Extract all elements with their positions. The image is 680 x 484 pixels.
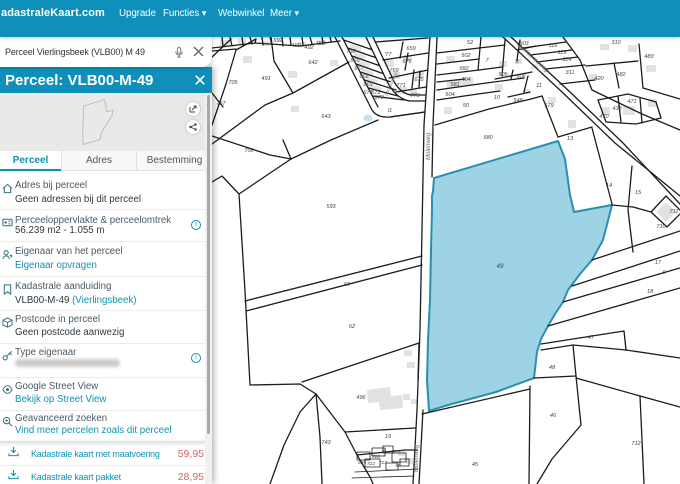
svg-text:11: 11: [536, 83, 542, 89]
svg-text:404: 404: [461, 77, 470, 83]
svg-text:46: 46: [550, 413, 557, 419]
svg-text:667: 667: [354, 66, 364, 72]
svg-text:708: 708: [244, 148, 254, 154]
svg-text:673: 673: [374, 95, 384, 101]
svg-text:482: 482: [616, 72, 626, 78]
svg-text:669: 669: [363, 82, 372, 88]
svg-text:71: 71: [381, 449, 387, 455]
svg-text:47: 47: [588, 335, 595, 341]
svg-text:743: 743: [321, 440, 331, 446]
svg-text:642: 642: [308, 60, 318, 66]
svg-text:738: 738: [346, 49, 356, 55]
svg-text:116: 116: [549, 43, 559, 49]
svg-text:504: 504: [445, 92, 454, 98]
svg-text:506: 506: [516, 74, 526, 80]
svg-text:493: 493: [315, 41, 325, 47]
svg-text:773: 773: [410, 93, 420, 99]
svg-text:666: 666: [350, 58, 360, 64]
svg-text:711: 711: [670, 209, 679, 215]
svg-text:19: 19: [385, 434, 391, 440]
svg-text:579: 579: [544, 103, 553, 109]
svg-text:723: 723: [379, 460, 387, 466]
svg-text:757: 757: [216, 101, 226, 107]
svg-text:659: 659: [406, 46, 415, 52]
svg-text:62: 62: [349, 324, 356, 330]
svg-text:581: 581: [450, 82, 459, 88]
svg-text:593: 593: [326, 204, 336, 210]
svg-text:692: 692: [273, 38, 283, 44]
svg-text:471: 471: [627, 99, 636, 105]
svg-text:643: 643: [321, 114, 331, 120]
svg-text:13: 13: [567, 136, 574, 142]
svg-text:771: 771: [396, 83, 405, 89]
svg-text:717: 717: [393, 449, 401, 455]
svg-text:115: 115: [558, 50, 568, 56]
svg-text:491: 491: [261, 76, 270, 82]
svg-text:15: 15: [635, 190, 642, 196]
svg-text:14: 14: [606, 183, 612, 189]
svg-text:'77: '77: [384, 52, 392, 58]
svg-text:60: 60: [344, 282, 351, 288]
svg-text:310: 310: [611, 40, 621, 46]
svg-text:49: 49: [497, 263, 504, 270]
svg-text:705: 705: [228, 80, 238, 86]
svg-text:10: 10: [494, 95, 501, 101]
svg-text:483: 483: [644, 54, 654, 60]
svg-text:470: 470: [599, 114, 609, 120]
svg-text:722: 722: [367, 461, 375, 467]
svg-text:712: 712: [631, 441, 641, 447]
svg-text:490: 490: [291, 43, 301, 49]
svg-text:17: 17: [655, 260, 662, 266]
svg-text:505: 505: [498, 72, 508, 78]
svg-text:45: 45: [472, 462, 479, 468]
svg-text:685: 685: [358, 460, 366, 466]
svg-text:580: 580: [483, 135, 493, 141]
svg-text:420: 420: [594, 76, 604, 82]
svg-text:311: 311: [566, 70, 575, 76]
svg-text:502: 502: [461, 53, 471, 59]
svg-text:676: 676: [402, 59, 412, 65]
svg-text:720: 720: [372, 454, 380, 460]
svg-text:675: 675: [414, 77, 424, 83]
svg-text:Molenweg: Molenweg: [414, 444, 420, 472]
svg-text:582: 582: [459, 66, 469, 72]
svg-text:492: 492: [304, 45, 314, 51]
svg-text:710: 710: [656, 224, 666, 230]
svg-text:66: 66: [395, 463, 401, 469]
svg-text:114: 114: [563, 57, 572, 63]
svg-text:52: 52: [467, 40, 474, 46]
svg-text:48: 48: [549, 365, 556, 371]
svg-text:18: 18: [647, 289, 654, 295]
svg-text:50: 50: [463, 103, 470, 109]
svg-text:Molenweg: Molenweg: [426, 132, 432, 160]
svg-text:l1: l1: [388, 108, 392, 114]
svg-text:438: 438: [612, 106, 622, 112]
svg-text:668: 668: [359, 74, 369, 80]
svg-text:496: 496: [356, 395, 366, 401]
svg-text:548: 548: [513, 98, 523, 104]
